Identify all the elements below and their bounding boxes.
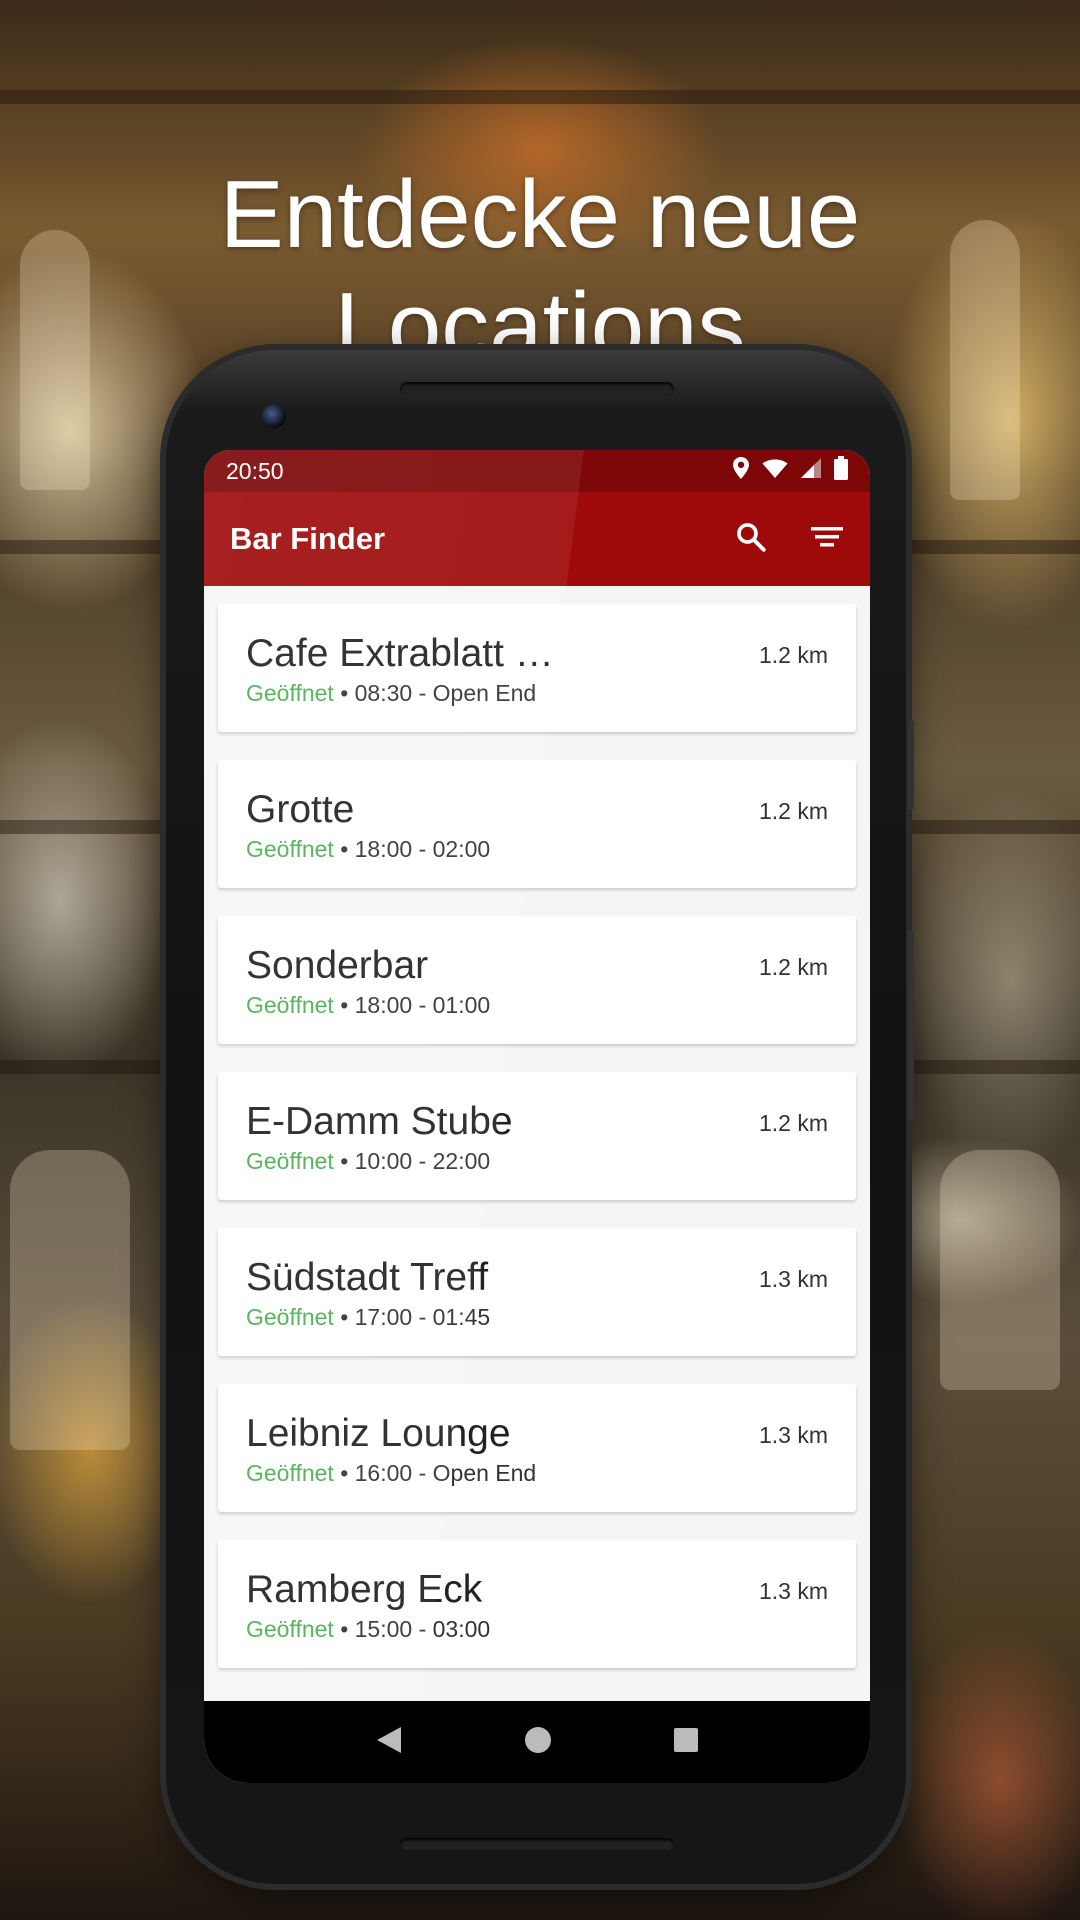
bar-card[interactable]: Cafe Extrablatt … 1.2 km Geöffnet • 08:3… — [218, 604, 856, 732]
bar-name: Grotte — [246, 788, 355, 831]
bar-name: Leibniz Lounge — [246, 1412, 511, 1455]
bar-opening-info: Geöffnet • 18:00 - 01:00 — [246, 992, 490, 1019]
sort-icon[interactable] — [810, 523, 844, 556]
opening-hours: • 17:00 - 01:45 — [340, 1304, 491, 1330]
opening-hours: • 16:00 - Open End — [340, 1460, 537, 1486]
bar-name: Ramberg Eck — [246, 1568, 483, 1611]
bar-name: Südstadt Treff — [246, 1256, 489, 1299]
open-status: Geöffnet — [246, 680, 334, 706]
open-status: Geöffnet — [246, 1616, 334, 1642]
headline-line-1: Entdecke neue — [219, 161, 861, 269]
app-bar-actions — [734, 520, 844, 559]
open-status: Geöffnet — [246, 1304, 334, 1330]
bar-opening-info: Geöffnet • 18:00 - 02:00 — [246, 836, 490, 863]
opening-hours: • 08:30 - Open End — [340, 680, 537, 706]
battery-icon — [834, 456, 848, 486]
bar-card[interactable]: Grotte 1.2 km Geöffnet • 18:00 - 02:00 — [218, 760, 856, 888]
bar-distance: 1.2 km — [758, 1110, 828, 1136]
bar-opening-info: Geöffnet • 15:00 - 03:00 — [246, 1616, 490, 1643]
earpiece-speaker — [400, 382, 674, 396]
bar-opening-info: Geöffnet • 17:00 - 01:45 — [246, 1304, 490, 1331]
app-title: Bar Finder — [230, 521, 386, 556]
bar-list: Cafe Extrablatt … 1.2 km Geöffnet • 08:3… — [204, 586, 870, 1668]
status-time: 20:50 — [226, 457, 284, 484]
open-status: Geöffnet — [246, 836, 334, 862]
volume-button — [908, 930, 914, 1120]
bar-card[interactable]: E-Damm Stube 1.2 km Geöffnet • 10:00 - 2… — [218, 1072, 856, 1200]
opening-hours: • 15:00 - 03:00 — [340, 1616, 491, 1642]
opening-hours: • 18:00 - 02:00 — [340, 836, 491, 862]
status-bar: 20:50 — [204, 450, 870, 492]
signal-icon — [800, 457, 822, 485]
open-status: Geöffnet — [246, 1460, 334, 1486]
bottom-speaker — [400, 1838, 674, 1850]
recents-icon[interactable] — [673, 1727, 699, 1758]
bar-distance: 1.2 km — [758, 642, 828, 668]
bar-opening-info: Geöffnet • 08:30 - Open End — [246, 680, 536, 707]
back-icon[interactable] — [375, 1725, 403, 1760]
bar-card[interactable]: Leibniz Lounge 1.3 km Geöffnet • 16:00 -… — [218, 1384, 856, 1512]
bar-name: Cafe Extrablatt … — [246, 632, 554, 675]
search-icon[interactable] — [734, 520, 768, 559]
bar-distance: 1.3 km — [758, 1422, 828, 1448]
bar-distance: 1.3 km — [758, 1578, 828, 1604]
phone-screen: 20:50 Bar Finder Cafe Extrablatt … 1.2 k… — [204, 450, 870, 1783]
front-camera — [262, 404, 286, 428]
bar-card[interactable]: Sonderbar 1.2 km Geöffnet • 18:00 - 01:0… — [218, 916, 856, 1044]
power-button — [908, 720, 914, 810]
bar-card[interactable]: Südstadt Treff 1.3 km Geöffnet • 17:00 -… — [218, 1228, 856, 1356]
bar-distance: 1.2 km — [758, 954, 828, 980]
opening-hours: • 10:00 - 22:00 — [340, 1148, 491, 1174]
status-icons — [732, 456, 848, 486]
bar-card[interactable]: Ramberg Eck 1.3 km Geöffnet • 15:00 - 03… — [218, 1540, 856, 1668]
opening-hours: • 18:00 - 01:00 — [340, 992, 491, 1018]
open-status: Geöffnet — [246, 992, 334, 1018]
app-bar: Bar Finder — [204, 492, 870, 586]
navigation-bar — [204, 1701, 870, 1783]
wifi-icon — [762, 458, 788, 485]
location-icon — [732, 456, 750, 486]
home-icon[interactable] — [524, 1726, 552, 1759]
bar-opening-info: Geöffnet • 10:00 - 22:00 — [246, 1148, 490, 1175]
open-status: Geöffnet — [246, 1148, 334, 1174]
bar-name: E-Damm Stube — [246, 1100, 513, 1143]
phone-frame: 20:50 Bar Finder Cafe Extrablatt … 1.2 k… — [166, 350, 914, 1884]
bar-opening-info: Geöffnet • 16:00 - Open End — [246, 1460, 536, 1487]
bar-distance: 1.3 km — [758, 1266, 828, 1292]
bar-distance: 1.2 km — [758, 798, 828, 824]
bar-name: Sonderbar — [246, 944, 429, 987]
